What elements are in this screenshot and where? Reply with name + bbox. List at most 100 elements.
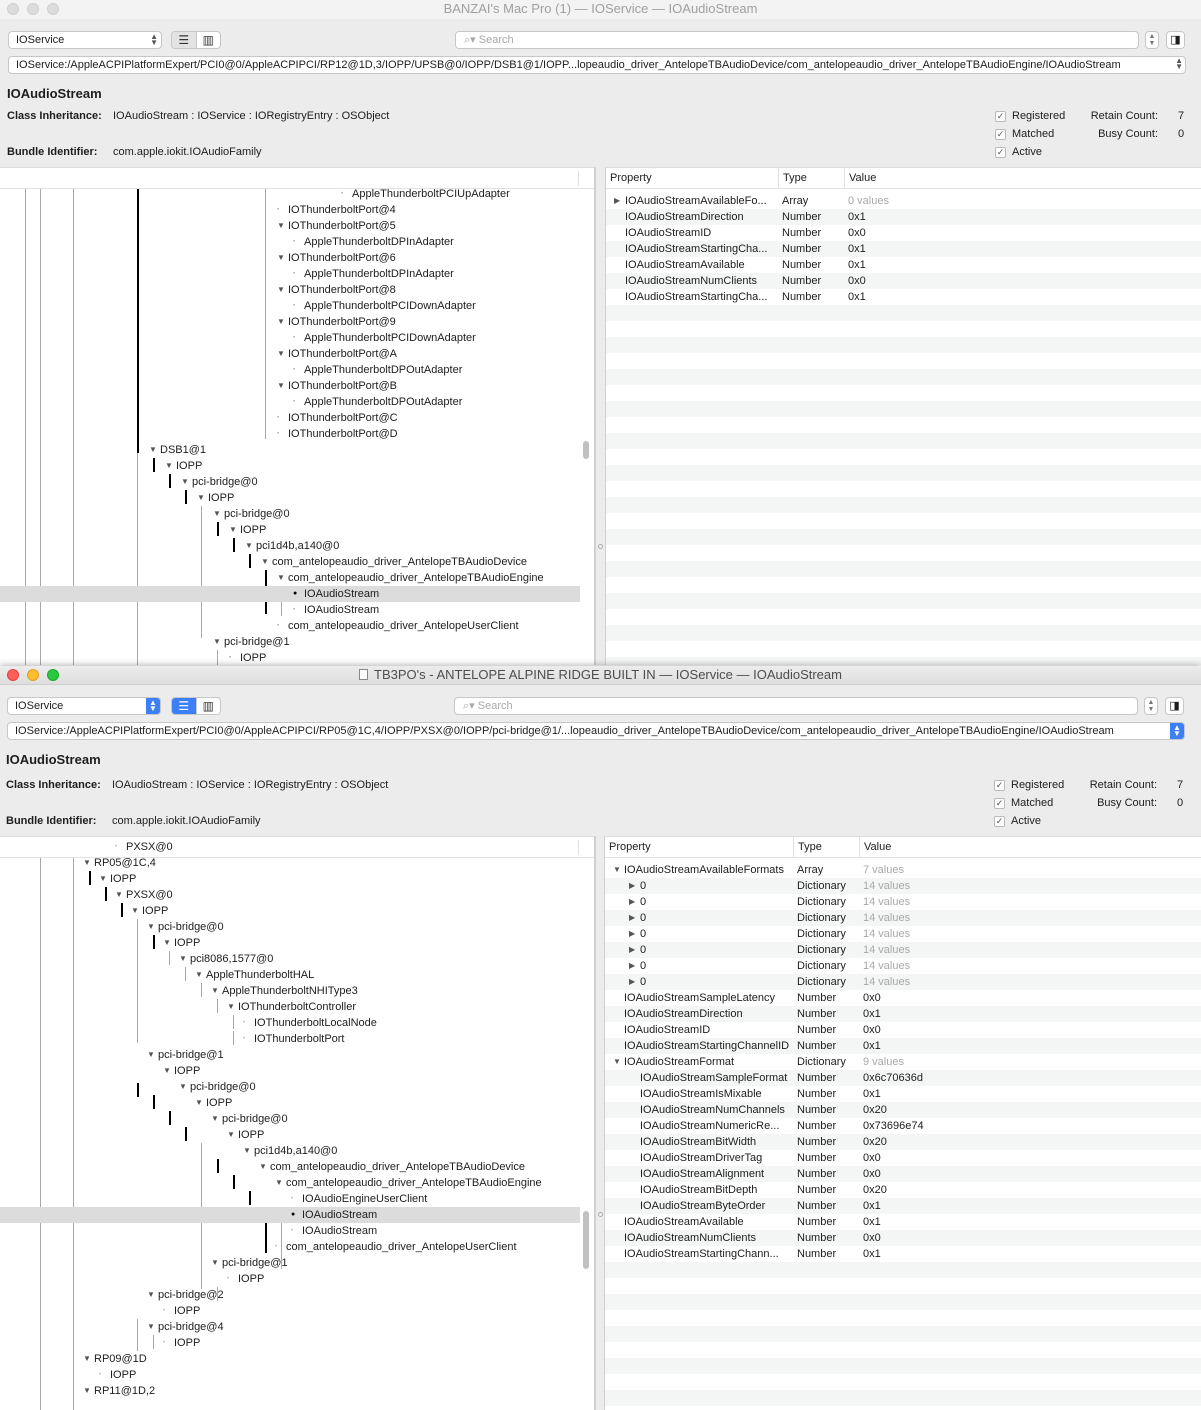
tree-node[interactable]: • IOThunderboltPort@C [0, 410, 580, 426]
split-divider[interactable] [595, 167, 605, 665]
view-mode-segmented[interactable]: ☰ ▥ [171, 31, 221, 49]
disclosure-open-icon[interactable]: ▼ [213, 634, 221, 650]
disclosure-open-icon[interactable]: ▼ [277, 282, 285, 298]
disclosure-open-icon[interactable]: ▼ [147, 1047, 155, 1063]
value-column-header[interactable]: Value [859, 837, 891, 858]
disclosure-open-icon[interactable]: ▼ [163, 1063, 171, 1079]
disclosure-open-icon[interactable]: ▼ [131, 903, 139, 919]
tree-node[interactable]: ▼ pci8086,1577@0 [0, 951, 580, 967]
property-row[interactable]: IOAudioStreamStartingChannelID Number 0x1 [605, 1038, 1201, 1054]
list-view-icon[interactable]: ☰ [172, 32, 197, 48]
property-row[interactable]: IOAudioStreamAlignment Number 0x0 [605, 1166, 1201, 1182]
tree-node[interactable]: ▼ pci-bridge@0 [0, 506, 580, 522]
tree-node[interactable]: ▼ IOThunderboltController [0, 999, 580, 1015]
path-select[interactable]: IOService:/AppleACPIPlatformExpert/PCI0@… [8, 56, 1186, 74]
disclosure-open-icon[interactable]: ▼ [197, 490, 205, 506]
path-select[interactable]: IOService:/AppleACPIPlatformExpert/PCI0@… [7, 722, 1185, 740]
disclosure-open-icon[interactable]: ▼ [245, 538, 253, 554]
search-stepper[interactable]: ▲ ▼ [1144, 697, 1158, 715]
disclosure-open-icon[interactable]: ▼ [211, 1111, 219, 1127]
tree-node[interactable]: • AppleThunderboltDPInAdapter [0, 234, 580, 250]
disclosure-open-icon[interactable]: ▼ [179, 1079, 187, 1095]
tree-node[interactable]: ▼ PXSX@0 [0, 887, 580, 903]
disclosure-open-icon[interactable]: ▼ [261, 554, 269, 570]
inspector-icon[interactable]: ◨ [1166, 31, 1185, 49]
property-row[interactable]: IOAudioStreamBitWidth Number 0x20 [605, 1134, 1201, 1150]
tree-node[interactable]: • AppleThunderboltDPInAdapter [0, 266, 580, 282]
tree-node[interactable]: ▼ RP11@1D,2 [0, 1383, 580, 1399]
registry-tree[interactable]: • AppleThunderboltPCIUpAdapter • IOThunderb… [0, 167, 595, 665]
tree-node[interactable]: ▼ IOPP [0, 903, 580, 919]
tree-node[interactable]: ▼ com_antelopeaudio_driver_AntelopeTBAudi… [0, 554, 580, 570]
tree-node[interactable]: • IOThunderboltPort [0, 1031, 580, 1047]
property-row[interactable]: ▶ IOAudioStreamAvailableFo... Array 0 value… [606, 193, 1201, 209]
property-row[interactable]: IOAudioStreamDirection Number 0x1 [606, 209, 1201, 225]
property-row[interactable]: IOAudioStreamAvailable Number 0x1 [605, 1214, 1201, 1230]
property-row[interactable]: IOAudioStreamStartingCha... Number 0x1 [606, 289, 1201, 305]
property-row[interactable]: ▶ 0 Dictionary 14 values [605, 910, 1201, 926]
search-stepper[interactable]: ▲ ▼ [1145, 31, 1159, 49]
tree-node[interactable]: • IOPP [0, 650, 580, 665]
tree-node[interactable]: ▼ pci-bridge@0 [0, 1111, 580, 1127]
property-row[interactable]: IOAudioStreamNumChannels Number 0x20 [605, 1102, 1201, 1118]
tree-node[interactable]: ▼ pci1d4b,a140@0 [0, 1143, 580, 1159]
disclosure-open-icon[interactable]: ▼ [275, 1175, 283, 1191]
splitter-handle[interactable] [598, 1212, 603, 1217]
property-row[interactable]: IOAudioStreamStartingCha... Number 0x1 [606, 241, 1201, 257]
property-row[interactable]: IOAudioStreamNumClients Number 0x0 [605, 1230, 1201, 1246]
tree-node[interactable]: • AppleThunderboltDPOutAdapter [0, 362, 580, 378]
splitter-handle[interactable] [598, 544, 603, 549]
property-row[interactable]: ▼ IOAudioStreamFormat Dictionary 9 values [605, 1054, 1201, 1070]
tree-node[interactable]: ▼ IOPP [0, 522, 580, 538]
type-column-header[interactable]: Type [778, 168, 844, 189]
property-row[interactable]: IOAudioStreamIsMixable Number 0x1 [605, 1086, 1201, 1102]
tree-node[interactable]: • AppleThunderboltPCIUpAdapter [0, 186, 580, 202]
tree-node[interactable]: ▼ com_antelopeaudio_driver_AntelopeTBAudi… [0, 570, 580, 586]
tree-node[interactable]: ▼ pci-bridge@4 [0, 1319, 580, 1335]
value-column-header[interactable]: Value [844, 168, 876, 189]
registry-tree[interactable]: •IOPP•PXSX@0▼RP05@1C,4▼IOPP▼PXSX@0▼IOPP▼… [0, 836, 595, 1410]
disclosure-open-icon[interactable]: ▼ [277, 346, 285, 362]
tree-node[interactable]: • IOPP [0, 1271, 580, 1287]
tree-node[interactable]: ▼ IOPP [0, 935, 580, 951]
tree-node[interactable]: ▼ IOThunderboltPort@A [0, 346, 580, 362]
disclosure-open-icon[interactable]: ▼ [83, 855, 91, 871]
tree-node[interactable]: • com_antelopeaudio_driver_AntelopeUserCl… [0, 1239, 580, 1255]
disclosure-open-icon[interactable]: ▼ [181, 474, 189, 490]
disclosure-open-icon[interactable]: ▼ [147, 919, 155, 935]
property-row[interactable]: IOAudioStreamBitDepth Number 0x20 [605, 1182, 1201, 1198]
tree-node[interactable]: ▼ pci-bridge@2 [0, 1287, 580, 1303]
tree-node[interactable]: ● IOAudioStream [0, 1207, 580, 1223]
tree-node[interactable]: • AppleThunderboltPCIDownAdapter [0, 298, 580, 314]
zoom-button[interactable] [47, 3, 59, 15]
tree-node[interactable]: • IOThunderboltPort@D [0, 426, 580, 442]
tree-node[interactable]: ▼ IOThunderboltPort@9 [0, 314, 580, 330]
tree-node[interactable]: ▼ IOThunderboltPort@8 [0, 282, 580, 298]
disclosure-open-icon[interactable]: ▼ [83, 1383, 91, 1399]
tree-node[interactable]: ▼ AppleThunderboltNHIType3 [0, 983, 580, 999]
tree-node[interactable]: ▼ IOPP [0, 1095, 580, 1111]
plane-select[interactable]: IOService ▲ ▼ [7, 697, 161, 715]
properties-table[interactable]: Property Type Value ▶ IOAudioStreamAvaila… [605, 167, 1201, 665]
disclosure-open-icon[interactable]: ▼ [227, 999, 235, 1015]
tree-node[interactable]: ▼ IOThunderboltPort@B [0, 378, 580, 394]
property-row[interactable]: IOAudioStreamAvailable Number 0x1 [606, 257, 1201, 273]
disclosure-open-icon[interactable]: ▼ [227, 1127, 235, 1143]
tree-node[interactable]: • PXSX@0 [0, 839, 580, 855]
disclosure-closed-icon[interactable]: ▶ [629, 958, 635, 974]
property-row[interactable]: ▼ IOAudioStreamAvailableFormats Array 7 val… [605, 862, 1201, 878]
disclosure-open-icon[interactable]: ▼ [277, 570, 285, 586]
disclosure-closed-icon[interactable]: ▶ [629, 910, 635, 926]
disclosure-open-icon[interactable]: ▼ [229, 522, 237, 538]
tree-node[interactable]: • IOPP [0, 1367, 580, 1383]
property-row[interactable]: ▶ 0 Dictionary 14 values [605, 974, 1201, 990]
close-button[interactable] [7, 669, 19, 681]
disclosure-open-icon[interactable]: ▼ [259, 1159, 267, 1175]
tree-node[interactable]: ▼ pci-bridge@0 [0, 919, 580, 935]
tree-node[interactable]: • IOAudioEngineUserClient [0, 1191, 580, 1207]
search-field[interactable]: ⌕▾ Search [454, 697, 1138, 715]
tree-node[interactable]: ▼ IOPP [0, 871, 580, 887]
search-field[interactable]: ⌕▾ Search [455, 31, 1139, 49]
tree-node[interactable]: ▼ pci-bridge@1 [0, 1047, 580, 1063]
disclosure-open-icon[interactable]: ▼ [277, 218, 285, 234]
